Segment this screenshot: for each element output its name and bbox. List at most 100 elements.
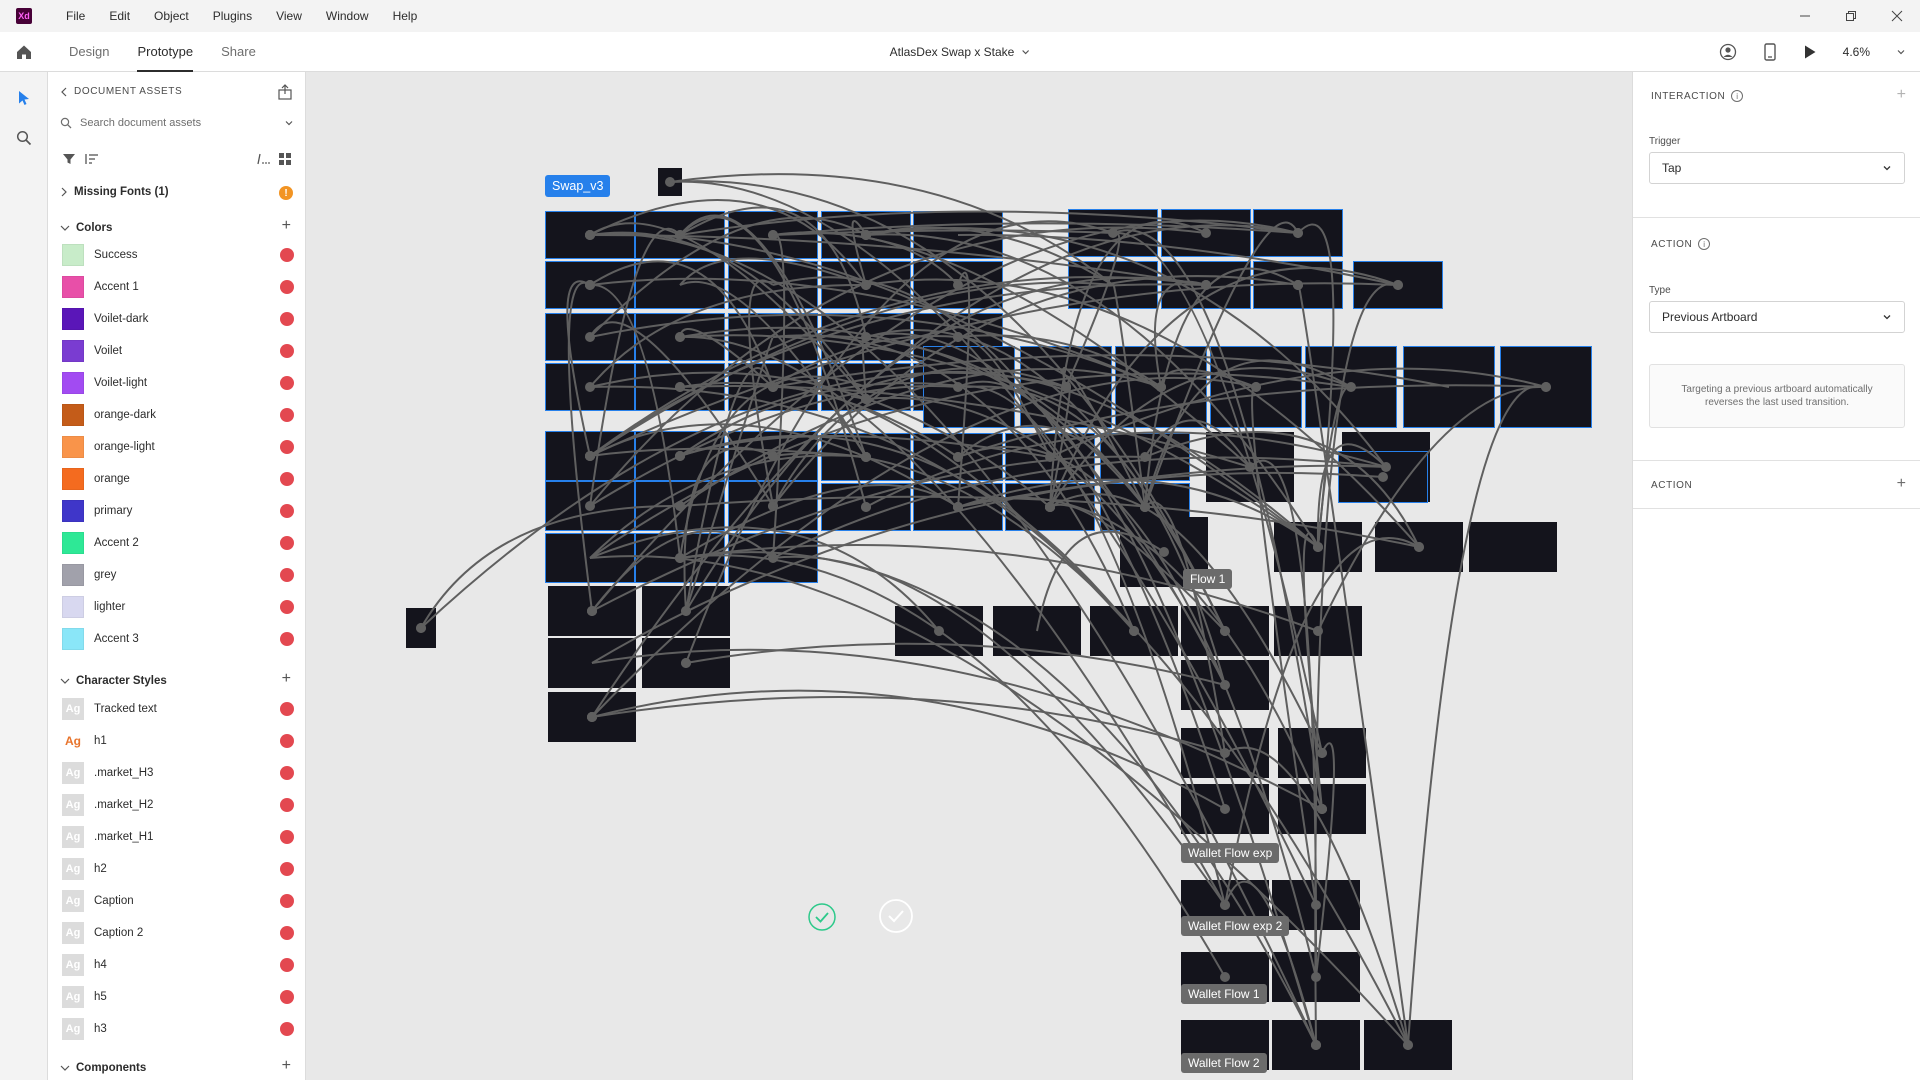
menu-edit[interactable]: Edit [97,0,142,32]
artboard-thumbnail[interactable] [635,313,725,361]
color-swatch[interactable] [62,468,84,490]
color-swatch[interactable] [62,628,84,650]
artboard-thumbnail[interactable] [1272,1020,1360,1070]
artboard-thumbnail[interactable] [1338,451,1428,503]
search-input[interactable]: Search document assets [80,117,276,129]
zoom-tool-icon[interactable] [14,128,34,148]
artboard-thumbnail[interactable] [1020,346,1112,428]
artboard-thumbnail[interactable] [728,431,818,481]
artboard-thumbnail[interactable] [1469,522,1557,572]
artboard-thumbnail[interactable] [1005,483,1095,531]
artboard-thumbnail[interactable] [548,638,636,688]
artboard-thumbnail[interactable] [913,483,1003,531]
color-swatch[interactable] [62,276,84,298]
character-style-item[interactable]: Ag Tracked text [62,696,294,722]
artboard-thumbnail[interactable] [1210,346,1302,428]
color-swatch[interactable] [62,404,84,426]
share-export-icon[interactable] [277,84,293,100]
restore-icon[interactable] [1828,0,1874,32]
color-swatch[interactable] [62,244,84,266]
artboard-thumbnail[interactable] [1274,606,1362,656]
artboard-thumbnail[interactable] [1274,522,1362,572]
menu-file[interactable]: File [54,0,97,32]
character-style-item[interactable]: Ag h5 [62,984,294,1010]
artboard-thumbnail[interactable] [1253,261,1343,309]
character-style-item[interactable]: Ag Caption [62,888,294,914]
flow-label-wallet-flow-2[interactable]: Wallet Flow 2 [1181,1053,1267,1073]
link-icon[interactable] [280,862,294,876]
artboard-thumbnail[interactable] [728,363,818,411]
artboard-thumbnail[interactable] [406,608,436,648]
artboard-thumbnail[interactable] [993,606,1081,656]
chevron-down-icon[interactable] [284,118,294,128]
link-icon[interactable] [280,440,294,454]
type-dropdown[interactable]: Previous Artboard [1649,301,1905,333]
close-icon[interactable] [1874,0,1920,32]
grid-view-icon[interactable] [278,152,292,166]
artboard-thumbnail[interactable] [1100,433,1190,481]
artboard-thumbnail[interactable] [545,431,635,481]
menu-object[interactable]: Object [142,0,201,32]
add-color-icon[interactable]: + [282,217,291,235]
components-section[interactable]: Components [60,1062,146,1074]
artboard-thumbnail[interactable] [821,483,911,531]
artboard-thumbnail[interactable] [1005,433,1095,481]
artboard-thumbnail[interactable] [923,346,1015,428]
minimize-icon[interactable] [1782,0,1828,32]
color-item[interactable]: orange-light [62,434,294,460]
link-icon[interactable] [280,344,294,358]
select-tool-icon[interactable] [14,88,34,108]
artboard-thumbnail[interactable] [1090,606,1178,656]
color-item[interactable]: orange [62,466,294,492]
add-interaction-icon[interactable]: + [1897,86,1906,104]
color-item[interactable]: Accent 2 [62,530,294,556]
sort-icon[interactable] [84,152,100,166]
character-styles-section[interactable]: Character Styles [60,675,167,687]
artboard-thumbnail[interactable] [1181,784,1269,834]
zoom-chevron-down-icon[interactable] [1896,47,1906,57]
color-item[interactable]: Success [62,242,294,268]
artboard-thumbnail[interactable] [635,363,725,411]
tab-share[interactable]: Share [207,32,270,72]
color-item[interactable]: Voilet [62,338,294,364]
color-item[interactable]: Voilet-light [62,370,294,396]
add-component-icon[interactable]: + [282,1057,291,1075]
artboard-thumbnail[interactable] [545,481,635,531]
artboard-thumbnail[interactable] [545,363,635,411]
artboard-thumbnail[interactable] [1375,522,1463,572]
color-item[interactable]: lighter [62,594,294,620]
artboard-thumbnail[interactable] [728,481,818,531]
artboard-thumbnail[interactable] [545,261,635,309]
character-style-item[interactable]: Ag Caption 2 [62,920,294,946]
flow-label-swap-v3[interactable]: Swap_v3 [545,175,611,197]
artboard-thumbnail[interactable] [913,211,1003,259]
color-item[interactable]: primary [62,498,294,524]
link-icon[interactable] [280,504,294,518]
artboard-thumbnail[interactable] [1403,346,1495,428]
color-swatch[interactable] [62,564,84,586]
artboard-thumbnail[interactable] [1272,952,1360,1002]
artboard-thumbnail[interactable] [913,433,1003,481]
artboard-thumbnail[interactable] [1068,209,1158,257]
user-icon[interactable] [1719,43,1737,61]
link-icon[interactable] [280,766,294,780]
artboard-thumbnail[interactable] [545,533,635,583]
link-icon[interactable] [280,632,294,646]
artboard-thumbnail[interactable] [1353,261,1443,309]
artboard-thumbnail[interactable] [1305,346,1397,428]
artboard-thumbnail[interactable] [821,433,911,481]
artboard-thumbnail[interactable] [895,606,983,656]
link-icon[interactable] [280,734,294,748]
link-icon[interactable] [280,830,294,844]
link-icon[interactable] [280,702,294,716]
artboard-thumbnail[interactable] [635,211,725,259]
artboard-thumbnail[interactable] [854,390,878,408]
flow-label-wallet-flow-1[interactable]: Wallet Flow 1 [1181,984,1267,1004]
link-icon[interactable] [280,408,294,422]
link-icon[interactable] [280,376,294,390]
artboard-thumbnail[interactable] [1115,346,1207,428]
artboard-thumbnail[interactable] [821,211,911,259]
document-title[interactable]: AtlasDex Swap x Stake [890,32,1031,72]
artboard-thumbnail[interactable] [1181,728,1269,778]
color-swatch[interactable] [62,500,84,522]
